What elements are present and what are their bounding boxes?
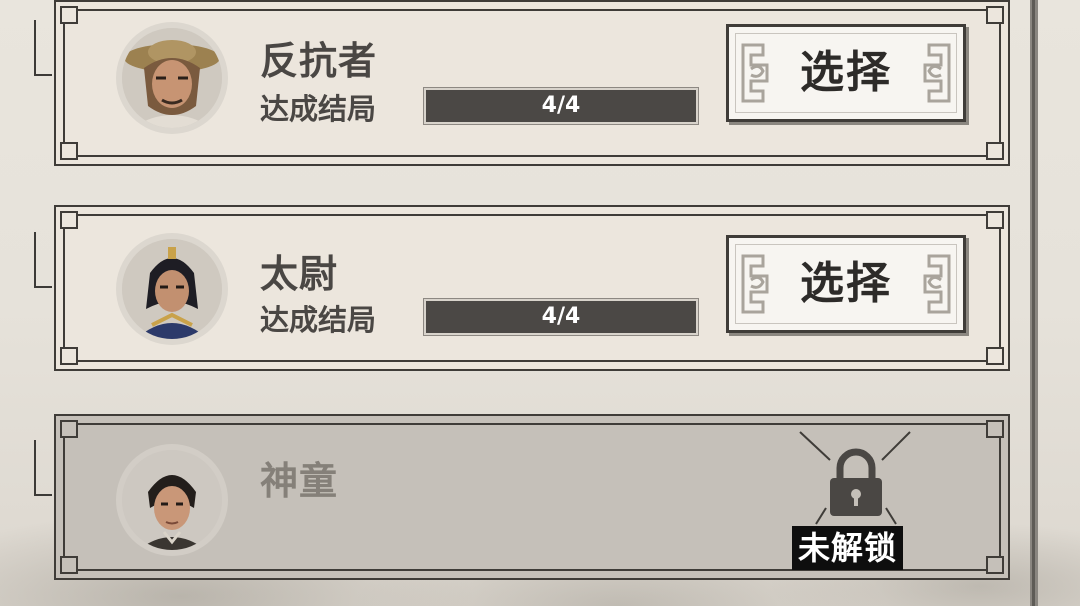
ending-progress: 4/4 bbox=[424, 88, 698, 124]
character-portrait bbox=[122, 28, 222, 128]
character-portrait bbox=[122, 239, 222, 339]
frame-corner bbox=[986, 556, 1004, 574]
scrollbar[interactable] bbox=[1030, 0, 1038, 606]
frame-corner bbox=[60, 6, 78, 24]
ending-label: 达成结局 bbox=[260, 303, 377, 337]
frame-corner bbox=[60, 556, 78, 574]
character-name: 太尉 bbox=[260, 252, 339, 296]
locked-label: 未解锁 bbox=[792, 526, 904, 570]
frame-corner bbox=[60, 142, 78, 160]
ending-label: 达成结局 bbox=[260, 92, 377, 126]
ending-progress: 4/4 bbox=[424, 299, 698, 335]
select-button[interactable]: 选择 bbox=[726, 24, 966, 122]
list-bracket bbox=[34, 232, 54, 288]
list-bracket bbox=[34, 20, 54, 76]
character-portrait bbox=[122, 450, 222, 550]
frame-corner bbox=[986, 347, 1004, 365]
frame-corner bbox=[60, 211, 78, 229]
character-name: 神童 bbox=[260, 459, 339, 503]
frame-corner bbox=[60, 347, 78, 365]
frame-corner bbox=[986, 420, 1004, 438]
list-bracket bbox=[34, 440, 54, 496]
character-name: 反抗者 bbox=[260, 39, 378, 83]
frame-corner bbox=[60, 420, 78, 438]
character-card[interactable]: 反抗者 达成结局 4/4 选择 bbox=[54, 0, 1010, 166]
frame-corner bbox=[986, 6, 1004, 24]
select-button-label: 选择 bbox=[800, 47, 892, 98]
select-button-label: 选择 bbox=[800, 258, 892, 309]
character-card-locked[interactable]: 神童 未解锁 bbox=[54, 414, 1010, 580]
frame-corner bbox=[986, 142, 1004, 160]
frame-corner bbox=[986, 211, 1004, 229]
character-card[interactable]: 太尉 达成结局 4/4 选择 bbox=[54, 205, 1010, 371]
select-button[interactable]: 选择 bbox=[726, 235, 966, 333]
